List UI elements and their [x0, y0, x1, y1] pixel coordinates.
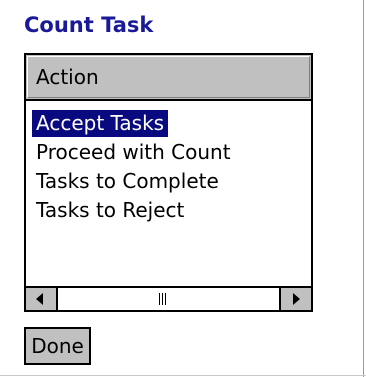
done-button[interactable]: Done [24, 327, 91, 365]
triangle-left-icon [36, 293, 43, 305]
list-item-accept-tasks[interactable]: Accept Tasks [32, 110, 169, 137]
column-header-label: Action [36, 65, 99, 89]
scroll-left-button[interactable] [26, 288, 58, 310]
scroll-right-button[interactable] [279, 288, 311, 310]
scroll-grip-icon[interactable] [157, 293, 169, 305]
page-title: Count Task [24, 13, 154, 37]
horizontal-scrollbar[interactable] [26, 286, 311, 310]
list-item-tasks-to-reject[interactable]: Tasks to Reject [32, 197, 188, 224]
column-header-action[interactable]: Action [26, 55, 311, 101]
list-item-tasks-to-complete[interactable]: Tasks to Complete [32, 168, 223, 195]
right-edge-divider [363, 0, 364, 377]
action-listview[interactable]: Action Accept Tasks Proceed with Count T… [24, 53, 313, 312]
triangle-right-icon [293, 293, 300, 305]
scroll-track[interactable] [58, 288, 277, 310]
list-item-proceed-with-count[interactable]: Proceed with Count [32, 139, 235, 166]
bottom-edge-divider [0, 375, 366, 376]
count-task-screen: Count Task Action Accept Tasks Proceed w… [0, 0, 366, 377]
